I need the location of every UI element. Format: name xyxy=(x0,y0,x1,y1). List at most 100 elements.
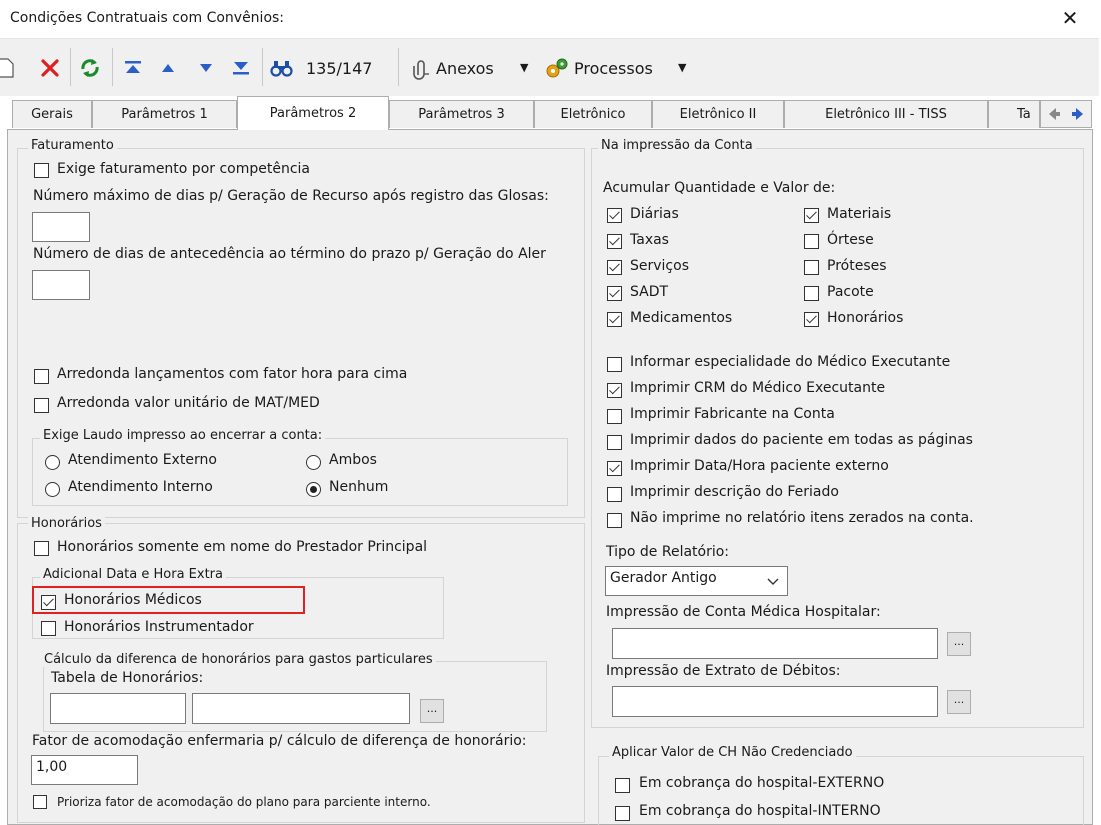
ch-externo-checkbox[interactable] xyxy=(615,778,630,793)
acumular-label: Acumular Quantidade e Valor de: xyxy=(603,180,836,196)
somente-prestador-label: Honorários somente em nome do Prestador … xyxy=(57,539,428,555)
delete-icon[interactable] xyxy=(39,57,61,79)
imprimir-dados-paciente-checkbox[interactable] xyxy=(607,435,622,450)
informar-especialidade-label: Informar especialidade do Médico Executa… xyxy=(630,354,951,370)
acumular-taxas-label: Taxas xyxy=(630,232,669,248)
tab-parametros-1[interactable]: Parâmetros 1 xyxy=(92,100,237,128)
prioriza-label: Prioriza fator de acomodação do plano pa… xyxy=(57,795,431,809)
acumular-honorarios-label: Honorários xyxy=(827,310,904,326)
search-binoculars-icon[interactable] xyxy=(270,58,294,78)
honorarios-instrumentador-checkbox[interactable] xyxy=(41,621,56,636)
acumular-servicos-checkbox[interactable] xyxy=(607,260,622,275)
processos-button[interactable]: Processos ▼ xyxy=(544,52,694,86)
next-record-icon[interactable] xyxy=(196,60,216,76)
impressao-title: Na impressão da Conta xyxy=(598,138,756,153)
anexos-label: Anexos xyxy=(436,59,494,78)
imprimir-dados-paciente-label: Imprimir dados do paciente em todas as p… xyxy=(630,432,973,448)
record-counter: 135/147 xyxy=(306,59,373,78)
imprimir-feriado-label: Imprimir descrição do Feriado xyxy=(630,484,839,500)
previous-record-icon[interactable] xyxy=(158,60,178,76)
imprimir-fabricante-checkbox[interactable] xyxy=(607,409,622,424)
exige-competencia-label: Exige faturamento por competência xyxy=(57,161,311,177)
imprimir-feriado-checkbox[interactable] xyxy=(607,487,622,502)
refresh-icon[interactable] xyxy=(78,56,102,80)
acumular-sadt-checkbox[interactable] xyxy=(607,286,622,301)
nao-imprime-zerados-checkbox[interactable] xyxy=(607,513,622,528)
informar-especialidade-checkbox[interactable] xyxy=(607,357,622,372)
tabela-codigo-input[interactable] xyxy=(50,693,186,724)
radio-ambos-label: Ambos xyxy=(329,452,377,468)
last-record-icon[interactable] xyxy=(230,59,252,77)
acumular-medicamentos-label: Medicamentos xyxy=(630,310,733,326)
arredonda-matmed-checkbox[interactable] xyxy=(34,398,49,413)
tabela-browse-button[interactable]: ... xyxy=(420,699,444,723)
imprimir-data-hora-checkbox[interactable] xyxy=(607,461,622,476)
ch-title: Aplicar Valor de CH Não Credenciado xyxy=(609,745,856,760)
ch-interno-checkbox[interactable] xyxy=(615,806,630,821)
radio-ambos[interactable] xyxy=(306,455,321,470)
acumular-medicamentos-checkbox[interactable] xyxy=(607,312,622,327)
tab-eletronico[interactable]: Eletrônico xyxy=(534,100,652,128)
first-record-icon[interactable] xyxy=(122,59,144,77)
acumular-ortese-checkbox[interactable] xyxy=(804,234,819,249)
imprimir-crm-label: Imprimir CRM do Médico Executante xyxy=(630,380,886,396)
chevron-down-icon: ▼ xyxy=(520,61,529,74)
imprimir-crm-checkbox[interactable] xyxy=(607,383,622,398)
anexos-button[interactable]: Anexos ▼ xyxy=(408,52,536,86)
tab-eletronico-iii-tiss[interactable]: Eletrônico III - TISS xyxy=(784,100,988,128)
acumular-diarias-checkbox[interactable] xyxy=(607,208,622,223)
chevron-down-icon: ▼ xyxy=(678,61,687,74)
arrow-left-icon[interactable] xyxy=(1045,105,1063,123)
acumular-materiais-label: Materiais xyxy=(827,206,892,222)
radio-atendimento-externo[interactable] xyxy=(45,455,60,470)
laudo-group xyxy=(32,438,568,506)
honorarios-title: Honorários xyxy=(28,516,105,531)
fator-acomodacao-input[interactable]: 1,00 xyxy=(31,755,138,785)
calculo-title: Cálculo da diferenca de honorários para … xyxy=(41,652,436,667)
arrow-right-icon[interactable] xyxy=(1069,105,1087,123)
tab-parametros-3[interactable]: Parâmetros 3 xyxy=(389,100,534,128)
imprimir-data-hora-label: Imprimir Data/Hora paciente externo xyxy=(630,458,889,474)
tabela-descricao-input[interactable] xyxy=(192,693,410,724)
radio-externo-label: Atendimento Externo xyxy=(68,452,217,468)
new-document-icon[interactable] xyxy=(0,57,16,79)
tabela-honorarios-label: Tabela de Honorários: xyxy=(51,670,204,686)
tab-truncated[interactable]: Ta xyxy=(988,100,1040,128)
acumular-honorarios-checkbox[interactable] xyxy=(804,312,819,327)
close-button[interactable]: ✕ xyxy=(1056,4,1084,32)
dias-antecedencia-label: Número de dias de antecedência ao términ… xyxy=(33,246,546,262)
max-dias-recurso-input[interactable] xyxy=(32,212,90,242)
prioriza-checkbox[interactable] xyxy=(33,795,47,809)
honorarios-medicos-label: Honorários Médicos xyxy=(64,592,202,608)
acumular-sadt-label: SADT xyxy=(630,284,669,300)
tab-eletronico-ii[interactable]: Eletrônico II xyxy=(652,100,784,128)
chevron-down-icon xyxy=(767,578,779,585)
acumular-materiais-checkbox[interactable] xyxy=(804,208,819,223)
arredonda-fator-checkbox[interactable] xyxy=(34,369,49,384)
conta-medica-browse-button[interactable]: ... xyxy=(947,632,971,656)
acumular-servicos-label: Serviços xyxy=(630,258,689,274)
tab-gerais[interactable]: Gerais xyxy=(12,100,92,128)
acumular-pacote-checkbox[interactable] xyxy=(804,286,819,301)
conta-medica-label: Impressão de Conta Médica Hospitalar: xyxy=(606,604,881,620)
faturamento-title: Faturamento xyxy=(28,138,117,153)
acumular-pacote-label: Pacote xyxy=(827,284,874,300)
tab-parametros-2[interactable]: Parâmetros 2 xyxy=(237,96,389,130)
arredonda-matmed-label: Arredonda valor unitário de MAT/MED xyxy=(57,395,320,411)
acumular-proteses-checkbox[interactable] xyxy=(804,260,819,275)
arredonda-fator-label: Arredonda lançamentos com fator hora par… xyxy=(57,366,408,382)
conta-medica-input[interactable] xyxy=(612,628,938,659)
paperclip-icon xyxy=(413,60,429,80)
dias-antecedencia-input[interactable] xyxy=(32,270,90,300)
acumular-diarias-label: Diárias xyxy=(630,206,679,222)
tipo-relatorio-select[interactable]: Gerador Antigo xyxy=(605,566,788,596)
honorarios-medicos-checkbox[interactable] xyxy=(41,595,56,610)
somente-prestador-checkbox[interactable] xyxy=(34,541,49,556)
nao-imprime-zerados-label: Não imprime no relatório itens zerados n… xyxy=(630,510,974,526)
radio-nenhum[interactable] xyxy=(306,482,321,497)
radio-atendimento-interno[interactable] xyxy=(45,482,60,497)
extrato-input[interactable] xyxy=(612,686,938,717)
extrato-browse-button[interactable]: ... xyxy=(947,690,971,714)
acumular-taxas-checkbox[interactable] xyxy=(607,234,622,249)
exige-competencia-checkbox[interactable] xyxy=(34,163,49,178)
